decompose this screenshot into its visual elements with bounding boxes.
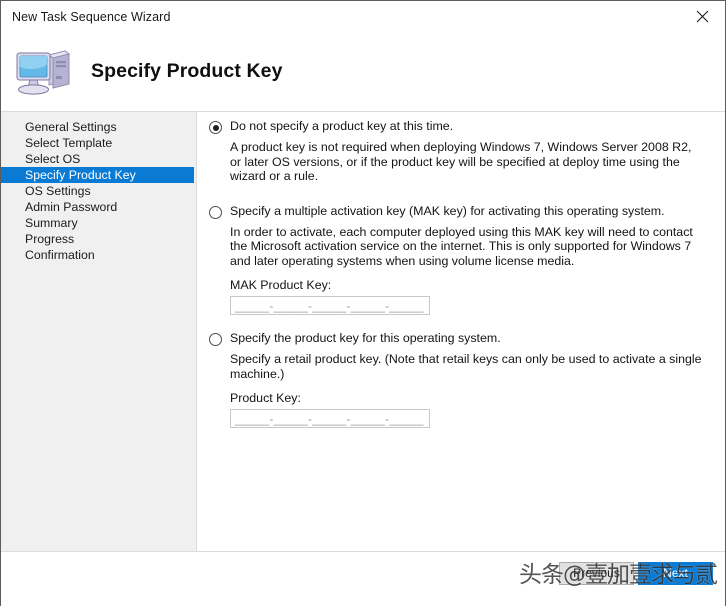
next-button[interactable]: Next [638, 562, 713, 585]
wizard-content: Do not specify a product key at this tim… [197, 111, 725, 551]
radio-retail-key[interactable] [209, 333, 222, 346]
title-bar: New Task Sequence Wizard [1, 1, 725, 32]
option-no-product-key-row[interactable]: Do not specify a product key at this tim… [209, 119, 715, 134]
option-retail-key-row[interactable]: Specify the product key for this operati… [209, 331, 715, 346]
sidebar-item-specify-product-key[interactable]: Specify Product Key [1, 167, 194, 183]
sidebar-item-summary[interactable]: Summary [1, 215, 196, 231]
option-mak-key: Specify a multiple activation key (MAK k… [209, 204, 715, 315]
option-retail-key-label: Specify the product key for this operati… [230, 331, 501, 345]
wizard-window: New Task Sequence Wizard Specify Product… [0, 0, 726, 606]
page-title: Specify Product Key [91, 60, 283, 82]
option-retail-key: Specify the product key for this operati… [209, 331, 715, 428]
option-no-product-key: Do not specify a product key at this tim… [209, 119, 715, 184]
wizard-body: General Settings Select Template Select … [1, 111, 725, 551]
footer-button-group: Previous Next [559, 562, 713, 585]
product-key-input[interactable]: _____-_____-_____-_____-_____ [230, 409, 430, 428]
sidebar-item-admin-password[interactable]: Admin Password [1, 199, 196, 215]
sidebar-item-select-os[interactable]: Select OS [1, 151, 196, 167]
sidebar-item-select-template[interactable]: Select Template [1, 135, 196, 151]
radio-no-product-key[interactable] [209, 121, 222, 134]
option-mak-key-description: In order to activate, each computer depl… [230, 224, 693, 268]
previous-button[interactable]: Previous [559, 562, 634, 585]
sidebar-item-os-settings[interactable]: OS Settings [1, 183, 196, 199]
mak-product-key-label: MAK Product Key: [230, 278, 332, 292]
sidebar-item-progress[interactable]: Progress [1, 231, 196, 247]
page-header: Specify Product Key [1, 32, 725, 111]
option-retail-key-description: Specify a retail product key. (Note that… [230, 352, 702, 381]
product-key-label: Product Key: [230, 391, 301, 405]
window-title: New Task Sequence Wizard [12, 9, 171, 24]
close-button[interactable] [680, 1, 725, 31]
mak-product-key-input[interactable]: _____-_____-_____-_____-_____ [230, 296, 430, 315]
option-no-product-key-description: A product key is not required when deplo… [230, 140, 692, 183]
sidebar-item-confirmation[interactable]: Confirmation [1, 247, 196, 263]
close-icon [696, 10, 709, 22]
sidebar-item-general-settings[interactable]: General Settings [1, 119, 196, 135]
option-no-product-key-label: Do not specify a product key at this tim… [230, 119, 454, 133]
radio-mak-key[interactable] [209, 205, 222, 219]
computer-icon [13, 45, 73, 99]
wizard-steps-sidebar: General Settings Select Template Select … [1, 111, 197, 551]
option-mak-key-label: Specify a multiple activation key (MAK k… [230, 203, 665, 218]
option-mak-key-row[interactable]: Specify a multiple activation key (MAK k… [209, 204, 715, 219]
wizard-footer: Previous Next 头条@壹加壹求与贰 [1, 551, 725, 606]
